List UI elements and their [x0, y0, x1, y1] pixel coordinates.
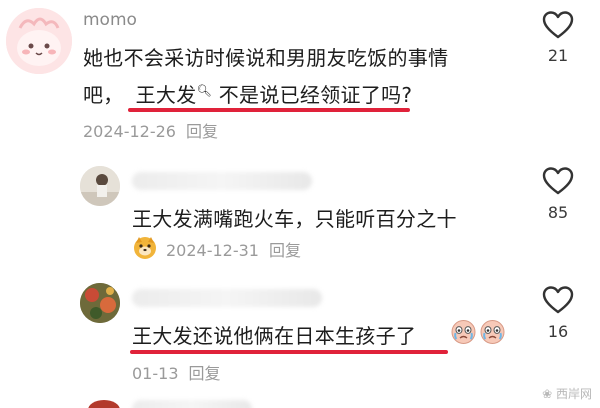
watermark-logo-icon: ❀	[542, 387, 553, 401]
comment-username[interactable]: momo	[83, 10, 137, 30]
red-underline-annotation	[128, 108, 410, 112]
reply-button[interactable]: 回复	[186, 122, 218, 141]
heart-outline-icon[interactable]	[542, 285, 574, 315]
sticker-face-icon	[134, 237, 156, 259]
comment-text-body: 王大发还说他俩在日本生孩子了	[132, 324, 417, 348]
watermark: ❀ 西岸网	[542, 385, 592, 402]
comment-text-prefix: 吧，	[83, 83, 124, 107]
comment-date: 01-13	[132, 364, 179, 383]
watermark-text: 西岸网	[555, 387, 592, 401]
reply-button[interactable]: 回复	[269, 241, 301, 260]
crying-face-emoji	[480, 320, 505, 344]
blurred-username	[132, 400, 252, 408]
comment-text-line-1: 她也不会采访时候说和男朋友吃饭的事情	[83, 46, 449, 70]
user-avatar-partial[interactable]	[88, 400, 120, 408]
like-count: 85	[547, 203, 569, 222]
red-underline-annotation	[130, 350, 448, 354]
reply-button[interactable]: 回复	[189, 364, 221, 383]
comment-meta: 2024-12-31 回复	[166, 237, 301, 261]
blurred-username[interactable]	[132, 172, 312, 190]
comment-date: 2024-12-26	[83, 122, 176, 141]
comment-text-suffix: 不是说已经领证了吗?	[212, 83, 413, 107]
comment-meta: 01-13 回复	[132, 360, 221, 384]
comment-meta: 2024-12-26 回复	[83, 118, 218, 142]
user-avatar[interactable]	[80, 283, 120, 323]
user-avatar[interactable]	[80, 166, 120, 206]
search-magnifier-icon[interactable]: 🔍︎	[197, 83, 213, 97]
comment-text-line-2: 吧， 王大发🔍︎ 不是说已经领证了吗?	[83, 79, 412, 108]
like-count: 21	[547, 46, 569, 65]
blurred-username[interactable]	[132, 289, 322, 307]
like-count: 16	[547, 322, 569, 341]
comment-text: 王大发满嘴跑火车，只能听百分之十	[132, 207, 457, 231]
crying-face-emoji	[451, 320, 476, 344]
heart-outline-icon[interactable]	[542, 166, 574, 196]
comment-text: 王大发还说他俩在日本生孩子了	[132, 320, 416, 349]
heart-outline-icon[interactable]	[542, 10, 574, 40]
user-avatar-momo[interactable]	[6, 8, 72, 74]
comment-date: 2024-12-31	[166, 241, 259, 260]
highlighted-name-link[interactable]: 王大发	[136, 83, 197, 107]
